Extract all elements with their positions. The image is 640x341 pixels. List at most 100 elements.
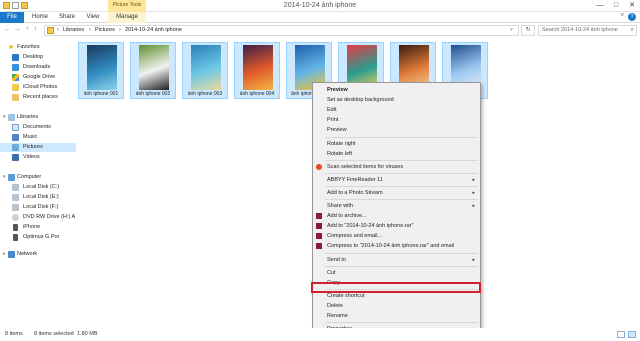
nav-item-recent-places[interactable]: Recent places [0, 93, 76, 102]
google-drive-icon [12, 74, 19, 81]
context-menu: Preview Set as desktop background Edit Prin… [312, 82, 481, 340]
nav-item-videos[interactable]: Videos [0, 153, 76, 162]
breadcrumb-current-folder[interactable]: 2014-10-24 ảnh iphone [125, 27, 182, 33]
nav-item-iphone[interactable]: iPhone [0, 223, 76, 232]
refresh-button[interactable]: ↻ [521, 25, 535, 36]
menu-item-label: Print [327, 117, 339, 124]
nav-item-documents[interactable]: Documents [0, 123, 76, 132]
menu-item-scan-selected-items-for-viruses[interactable]: Scan selected items for viruses [313, 162, 480, 172]
nav-computer[interactable]: ▾ Computer [0, 173, 76, 182]
nav-item-local-disk-c[interactable]: Local Disk (C:) [0, 183, 76, 192]
submenu-arrow-icon: ▸ [472, 203, 475, 209]
search-input[interactable]: Search 2014-10-24 ảnh iphone ⌕ [538, 25, 637, 36]
nav-item-optimus-g-pro[interactable]: Optimus G Pro [0, 233, 76, 242]
menu-item-cut[interactable]: Cut [313, 268, 480, 278]
menu-separator [325, 172, 478, 174]
menu-item-add-to-archive[interactable]: Add to archive... [313, 211, 480, 221]
menu-item-label: ABBYY FineReader 11 [327, 176, 383, 183]
nav-libraries[interactable]: ▾ Libraries [0, 113, 76, 122]
collapse-chevron-icon[interactable]: ▾ [3, 113, 6, 122]
minimize-button[interactable]: — [592, 0, 608, 12]
close-button[interactable]: ✕ [624, 0, 640, 12]
breadcrumb-pictures[interactable]: Pictures [95, 27, 115, 33]
details-view-icon[interactable] [617, 331, 625, 338]
menu-item-rotate-right[interactable]: Rotate right [313, 139, 480, 149]
help-icon[interactable]: ? [628, 13, 636, 21]
menu-item-edit[interactable]: Edit [313, 105, 480, 115]
nav-item-label: Downloads [23, 64, 51, 70]
menu-item-delete[interactable]: Delete [313, 301, 480, 311]
recent-places-icon [12, 94, 19, 101]
nav-item-downloads[interactable]: Downloads [0, 63, 76, 72]
nav-item-icloud-photos[interactable]: iCloud Photos [0, 83, 76, 92]
menu-item-set-as-desktop-background[interactable]: Set as desktop background [313, 95, 480, 105]
nav-item-local-disk-f[interactable]: Local Disk (F:) [0, 203, 76, 212]
menu-item-rename[interactable]: Rename [313, 311, 480, 321]
winrar-icon [316, 223, 322, 230]
collapse-chevron-icon[interactable]: ▸ [3, 250, 6, 259]
menu-item-abbyy-finereader-11[interactable]: ABBYY FineReader 11 ▸ [313, 175, 480, 185]
menu-item-compress-and-email[interactable]: Compress and email... [313, 231, 480, 241]
tab-home[interactable]: Home [27, 12, 53, 23]
breadcrumb-separator: › [57, 27, 59, 33]
menu-item-print[interactable]: Print [313, 115, 480, 125]
nav-item-desktop[interactable]: Desktop [0, 53, 76, 62]
large-icons-view-icon[interactable] [628, 331, 636, 338]
submenu-arrow-icon: ▸ [472, 176, 475, 183]
menu-item-preview[interactable]: Preview [313, 85, 480, 95]
drive-icon [12, 184, 19, 191]
tab-share[interactable]: Share [55, 12, 79, 23]
tab-view[interactable]: View [82, 12, 104, 23]
file-name: ảnh iphone 001 [83, 91, 119, 97]
address-bar[interactable]: › Libraries › Pictures › 2014-10-24 ảnh … [44, 25, 519, 36]
menu-item-share-with[interactable]: Share with ▸ [313, 201, 480, 211]
breadcrumb-separator: › [119, 27, 121, 33]
nav-item-label: Music [23, 134, 38, 140]
dvd-drive-icon [12, 214, 19, 221]
nav-item-google-drive[interactable]: Google Drive [0, 73, 76, 82]
menu-item-compress-to-2014-10-24-nh-iphone-rar-and-email[interactable]: Compress to "2014-10-24 ảnh iphone.rar" … [313, 241, 480, 251]
file-tile[interactable]: ảnh iphone 002 [130, 42, 176, 99]
menu-item-rotate-left[interactable]: Rotate left [313, 149, 480, 159]
nav-group-label: Computer [17, 174, 42, 180]
nav-item-label: Optimus G Pro [23, 234, 60, 240]
menu-item-add-to-2014-10-24-nh-iphone-rar[interactable]: Add to "2014-10-24 ảnh iphone.rar" [313, 221, 480, 231]
address-dropdown-icon[interactable]: ˅ [510, 27, 513, 33]
maximize-button[interactable]: □ [608, 0, 624, 12]
title-bar: Picture Tools 2014-10-24 ảnh iphone — □ … [0, 0, 640, 12]
antivirus-icon [316, 163, 322, 170]
breadcrumb-libraries[interactable]: Libraries [63, 27, 84, 33]
collapse-chevron-icon[interactable]: ▾ [3, 173, 6, 182]
music-icon [12, 134, 19, 141]
icloud-photos-icon [12, 84, 19, 91]
nav-favorites[interactable]: ★ Favorites [0, 43, 76, 52]
breadcrumb-separator: › [89, 27, 91, 33]
menu-separator [325, 252, 478, 254]
menu-item-add-to-a-photo-stream[interactable]: Add to a Photo Stream ▸ [313, 188, 480, 198]
winrar-icon [316, 233, 322, 240]
nav-item-local-disk-e[interactable]: Local Disk (E:) [0, 193, 76, 202]
menu-separator [325, 265, 478, 267]
expand-ribbon-icon[interactable]: ˅ [620, 13, 624, 19]
phone-icon [13, 224, 18, 231]
nav-network[interactable]: ▸ Network [0, 250, 76, 259]
menu-item-label: Preview [327, 87, 348, 93]
file-tile[interactable]: ảnh iphone 001 [78, 42, 124, 99]
tab-file[interactable]: File [0, 12, 24, 23]
navigation-pane: ★ Favorites Desktop Downloads Google Dri… [0, 40, 76, 325]
back-button[interactable]: ← [3, 25, 12, 34]
nav-item-dvd-drive[interactable]: DVD RW Drive (H:) A [0, 213, 76, 222]
videos-icon [12, 154, 19, 161]
search-icon[interactable]: ⌕ [631, 27, 634, 34]
menu-item-label: Add to archive... [327, 213, 367, 220]
menu-item-preview[interactable]: Preview [313, 125, 480, 135]
up-button[interactable]: ↑ [31, 25, 40, 34]
tab-manage[interactable]: Manage [108, 12, 146, 23]
menu-item-send-to[interactable]: Send to ▸ [313, 255, 480, 265]
file-tile[interactable]: ảnh iphone 003 [182, 42, 228, 99]
nav-item-music[interactable]: Music [0, 133, 76, 142]
nav-item-pictures[interactable]: Pictures [0, 143, 76, 152]
forward-button[interactable]: → [13, 25, 22, 34]
file-tile[interactable]: ảnh iphone 004 [234, 42, 280, 99]
image-thumbnail [191, 45, 221, 90]
